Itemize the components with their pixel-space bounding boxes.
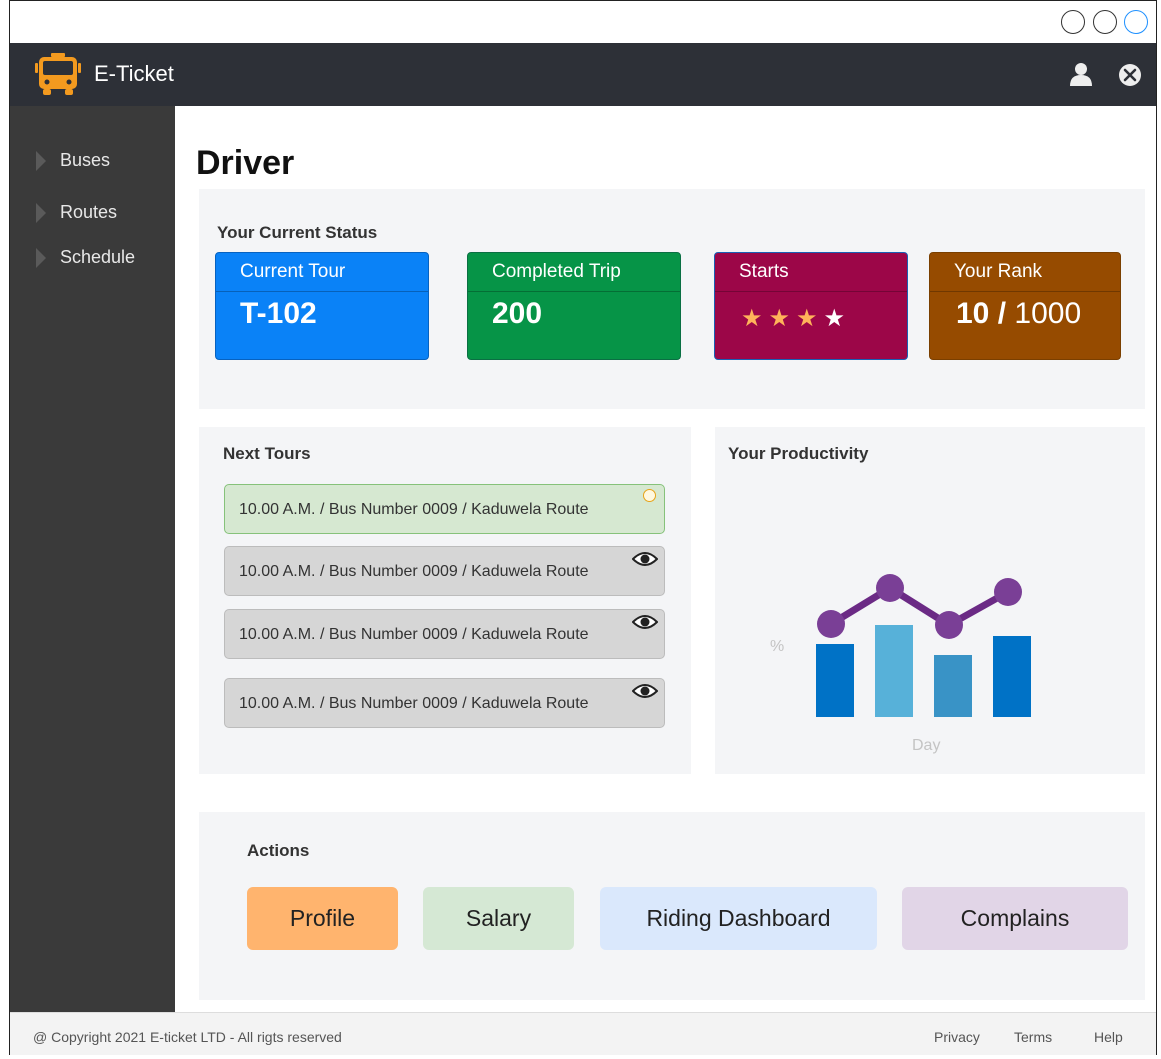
productivity-panel: Your Productivity % Day — [715, 427, 1145, 774]
eye-icon[interactable] — [632, 612, 658, 632]
chevron-right-icon — [36, 202, 46, 223]
riding-dashboard-button[interactable]: Riding Dashboard — [600, 887, 877, 950]
tour-item[interactable]: 10.00 A.M. / Bus Number 0009 / Kaduwela … — [224, 546, 665, 596]
window-titlebar — [10, 1, 1156, 43]
rank-total: 1000 — [1014, 297, 1082, 330]
eye-icon[interactable] — [632, 681, 658, 701]
user-icon[interactable] — [1068, 61, 1094, 87]
chart-bar — [816, 644, 854, 717]
sidebar-item-label: Buses — [60, 150, 111, 170]
salary-button[interactable]: Salary — [423, 887, 574, 950]
chart-point — [817, 610, 845, 638]
window-control-maximize[interactable] — [1093, 10, 1117, 34]
chart-bar — [934, 655, 972, 717]
eye-icon[interactable] — [632, 549, 658, 569]
app-header: E-Ticket — [10, 43, 1156, 106]
status-panel-title: Your Current Status — [217, 223, 378, 242]
chevron-right-icon — [36, 247, 46, 268]
app-title: E-Ticket — [94, 61, 174, 86]
close-icon[interactable] — [1118, 63, 1142, 87]
copyright-text: @ Copyright 2021 E-ticket LTD - All rigt… — [33, 1029, 342, 1045]
sidebar-item-label: Routes — [60, 202, 118, 222]
rank-separator: / — [989, 297, 1015, 330]
sidebar-item-routes[interactable]: Routes — [36, 202, 117, 223]
sidebar-item-label: Schedule — [60, 247, 136, 267]
chart-point — [994, 578, 1022, 606]
next-tours-title: Next Tours — [223, 444, 311, 463]
y-axis-label: % — [770, 638, 785, 655]
chart-point — [935, 611, 963, 639]
x-axis-label: Day — [912, 737, 941, 754]
current-tour-card: Current Tour T-102 — [215, 252, 429, 360]
privacy-link[interactable]: Privacy — [934, 1029, 980, 1045]
star-icon: ★ — [796, 305, 824, 332]
rank-position: 10 — [956, 297, 990, 330]
star-icon: ★ — [741, 305, 769, 332]
terms-link[interactable]: Terms — [1014, 1029, 1052, 1045]
star-icon: ★ — [768, 305, 797, 332]
card-label: Current Tour — [216, 253, 428, 292]
completed-trip-value: 200 — [492, 297, 543, 330]
tour-item-text: 10.00 A.M. / Bus Number 0009 / Kaduwela … — [239, 695, 589, 712]
complains-button[interactable]: Complains — [902, 887, 1128, 950]
window-control-close[interactable] — [1124, 10, 1148, 34]
current-tour-value: T-102 — [240, 297, 317, 330]
tour-item-text: 10.00 A.M. / Bus Number 0009 / Kaduwela … — [239, 563, 589, 580]
tour-item[interactable]: 10.00 A.M. / Bus Number 0009 / Kaduwela … — [224, 609, 665, 659]
profile-button[interactable]: Profile — [247, 887, 398, 950]
card-label: Your Rank — [930, 253, 1120, 292]
tour-item[interactable]: 10.00 A.M. / Bus Number 0009 / Kaduwela … — [224, 678, 665, 728]
chart-bar — [875, 625, 913, 717]
tour-item-text: 10.00 A.M. / Bus Number 0009 / Kaduwela … — [239, 626, 589, 643]
actions-title: Actions — [247, 841, 310, 860]
star-rating: ★★★★ — [715, 292, 907, 333]
chart-bar — [993, 636, 1031, 717]
next-tours-panel: Next Tours 10.00 A.M. / Bus Number 0009 … — [199, 427, 691, 774]
sidebar: Buses Routes Schedule — [10, 106, 175, 1012]
rating-card: Starts ★★★★ — [714, 252, 908, 360]
status-dot-icon — [643, 489, 656, 502]
chart-point — [876, 574, 904, 602]
productivity-chart — [816, 574, 1031, 717]
rank-card: Your Rank 10 / 1000 — [929, 252, 1121, 360]
app-window: E-Ticket Buses Routes Schedule Driver Yo… — [9, 0, 1157, 1055]
star-icon: ★ — [823, 305, 852, 332]
window-control-minimize[interactable] — [1061, 10, 1085, 34]
status-panel: Your Current Status Current Tour T-102 C… — [199, 189, 1145, 409]
card-label: Completed Trip — [468, 253, 680, 292]
card-label: Starts — [715, 253, 907, 292]
footer: @ Copyright 2021 E-ticket LTD - All rigt… — [10, 1012, 1156, 1055]
chart-line — [829, 584, 1010, 629]
actions-panel: Actions Profile Salary Riding Dashboard … — [199, 812, 1145, 1000]
chevron-right-icon — [36, 150, 46, 171]
bus-icon[interactable] — [35, 53, 81, 97]
rank-value: 10 / 1000 — [930, 292, 1120, 331]
sidebar-item-buses[interactable]: Buses — [36, 150, 110, 171]
completed-trip-card: Completed Trip 200 — [467, 252, 681, 360]
sidebar-item-schedule[interactable]: Schedule — [36, 247, 135, 268]
help-link[interactable]: Help — [1094, 1029, 1123, 1045]
tour-item-text: 10.00 A.M. / Bus Number 0009 / Kaduwela … — [239, 501, 589, 518]
page-title: Driver — [196, 144, 295, 182]
tour-item-active[interactable]: 10.00 A.M. / Bus Number 0009 / Kaduwela … — [224, 484, 665, 534]
